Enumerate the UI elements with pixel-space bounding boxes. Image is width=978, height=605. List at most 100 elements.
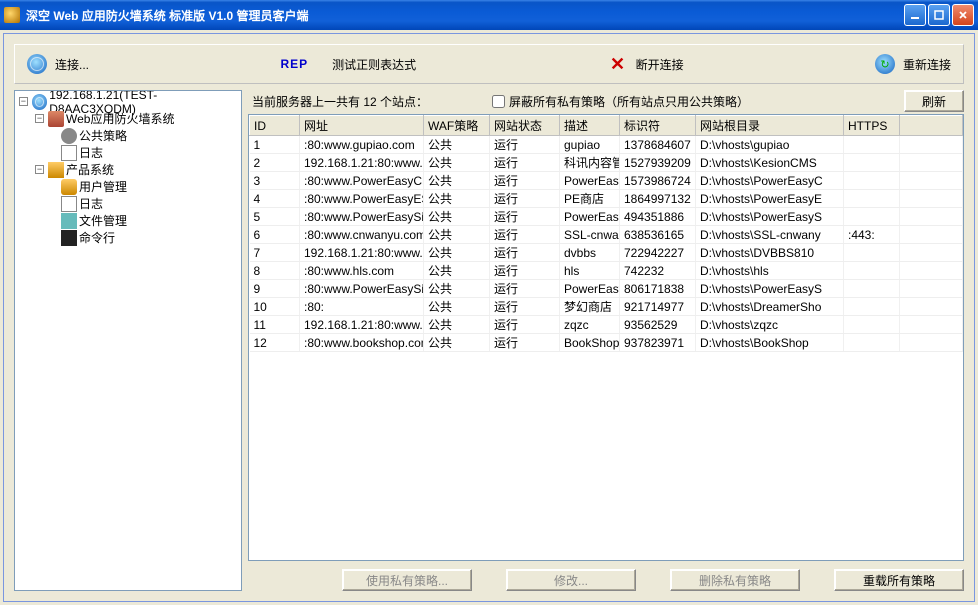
col-desc[interactable]: 描述	[560, 116, 620, 136]
cell-waf: 公共	[424, 190, 490, 208]
tree-root[interactable]: − 192.168.1.21(TEST-D8AAC3XQDM)	[17, 93, 239, 110]
cell-root: D:\vhosts\SSL-cnwany	[696, 226, 844, 244]
minimize-button[interactable]	[904, 4, 926, 26]
cell-id: 1	[250, 136, 300, 154]
tree-user-mgmt-label: 用户管理	[79, 178, 127, 195]
refresh-button[interactable]: 刷新	[904, 90, 964, 112]
cell-id: 12	[250, 334, 300, 352]
table-row[interactable]: 10:80:公共运行梦幻商店921714977D:\vhosts\Dreamer…	[250, 298, 963, 316]
tree-log2[interactable]: 日志	[17, 195, 239, 212]
col-root[interactable]: 网站根目录	[696, 116, 844, 136]
table-row[interactable]: 3:80:www.PowerEasyCMS.公共运行PowerEasyC1573…	[250, 172, 963, 190]
table-row[interactable]: 9:80:www.PowerEasySite公共运行PowerEasyS8061…	[250, 280, 963, 298]
cell-root: D:\vhosts\PowerEasyE	[696, 190, 844, 208]
table-row[interactable]: 12:80:www.bookshop.com公共运行BookShop937823…	[250, 334, 963, 352]
col-https[interactable]: HTTPS	[844, 116, 900, 136]
tree-log[interactable]: 日志	[17, 144, 239, 161]
file-icon	[61, 213, 77, 229]
expander-icon[interactable]: −	[19, 97, 28, 106]
summary-text: 当前服务器上一共有 12 个站点：	[248, 93, 428, 110]
table-row[interactable]: 8:80:www.hls.com公共运行hls742232D:\vhosts\h…	[250, 262, 963, 280]
cell-ident: 1864997132	[620, 190, 696, 208]
tree-cmdline[interactable]: 命令行	[17, 229, 239, 246]
cell-desc: PowerEasyS	[560, 208, 620, 226]
cell-https	[844, 154, 900, 172]
expander-icon[interactable]: −	[35, 114, 44, 123]
app-icon	[4, 7, 20, 23]
cell-root: D:\vhosts\DreamerSho	[696, 298, 844, 316]
cell-status: 运行	[490, 280, 560, 298]
connect-button[interactable]: 连接...	[15, 45, 101, 83]
table-row[interactable]: 1:80:www.gupiao.com公共运行gupiao1378684607D…	[250, 136, 963, 154]
modify-button[interactable]: 修改...	[506, 569, 636, 591]
cell-id: 8	[250, 262, 300, 280]
sites-table-wrap[interactable]: ID 网址 WAF策略 网站状态 描述 标识符 网站根目录 HTTPS 1:80…	[248, 114, 964, 561]
table-row[interactable]: 7192.168.1.21:80:www.d公共运行dvbbs722942227…	[250, 244, 963, 262]
connect-label: 连接...	[55, 56, 89, 73]
table-row[interactable]: 6:80:www.cnwanyu.com公共运行SSL-cnwany638536…	[250, 226, 963, 244]
tree-public-policy[interactable]: 公共策略	[17, 127, 239, 144]
cell-id: 3	[250, 172, 300, 190]
reload-all-button[interactable]: 重载所有策略	[834, 569, 964, 591]
cell-waf: 公共	[424, 298, 490, 316]
tree-user-mgmt[interactable]: 用户管理	[17, 178, 239, 195]
expander-icon[interactable]: −	[35, 165, 44, 174]
cell-waf: 公共	[424, 136, 490, 154]
cell-ident: 1378684607	[620, 136, 696, 154]
table-row[interactable]: 4:80:www.PowerEasyESho公共运行PE商店1864997132…	[250, 190, 963, 208]
cell-https	[844, 262, 900, 280]
test-regex-label: 测试正则表达式	[332, 56, 416, 73]
cell-root: D:\vhosts\DVBBS810	[696, 244, 844, 262]
cell-https	[844, 190, 900, 208]
table-row[interactable]: 11192.168.1.21:80:www.z公共运行zqzc93562529D…	[250, 316, 963, 334]
tree-public-policy-label: 公共策略	[79, 127, 127, 144]
col-status[interactable]: 网站状态	[490, 116, 560, 136]
col-last[interactable]	[900, 116, 963, 136]
cell-ident: 494351886	[620, 208, 696, 226]
test-regex-button[interactable]: 测试正则表达式	[320, 45, 428, 83]
rep-button[interactable]: REP	[268, 45, 320, 83]
connect-icon	[27, 54, 47, 74]
cell-status: 运行	[490, 334, 560, 352]
tree-panel[interactable]: − 192.168.1.21(TEST-D8AAC3XQDM) − Web应用防…	[14, 90, 242, 591]
cell-desc: PowerEasyC	[560, 172, 620, 190]
cell-url: :80:www.cnwanyu.com	[300, 226, 424, 244]
delete-private-button[interactable]: 删除私有策略	[670, 569, 800, 591]
tree-file-mgmt-label: 文件管理	[79, 212, 127, 229]
cell-https	[844, 334, 900, 352]
close-button[interactable]	[952, 4, 974, 26]
cell-desc: PE商店	[560, 190, 620, 208]
col-ident[interactable]: 标识符	[620, 116, 696, 136]
cell-url: 192.168.1.21:80:www.z	[300, 316, 424, 334]
mask-private-checkbox[interactable]: 屏蔽所有私有策略（所有站点只用公共策略）	[492, 93, 749, 110]
tree-product-system[interactable]: − 产品系统	[17, 161, 239, 178]
cell-status: 运行	[490, 136, 560, 154]
cell-status: 运行	[490, 226, 560, 244]
col-url[interactable]: 网址	[300, 116, 424, 136]
cell-url: :80:	[300, 298, 424, 316]
toolbar: 连接... REP 测试正则表达式 ✕ 断开连接 重新连接	[14, 44, 964, 84]
tree-file-mgmt[interactable]: 文件管理	[17, 212, 239, 229]
cell-url: :80:www.PowerEasySite	[300, 280, 424, 298]
table-row[interactable]: 2192.168.1.21:80:www.K公共运行科讯内容管152793920…	[250, 154, 963, 172]
use-private-button[interactable]: 使用私有策略...	[342, 569, 472, 591]
mask-private-checkbox-input[interactable]	[492, 95, 505, 108]
product-icon	[48, 162, 64, 178]
disconnect-button[interactable]: ✕ 断开连接	[596, 45, 696, 83]
cell-status: 运行	[490, 298, 560, 316]
col-waf[interactable]: WAF策略	[424, 116, 490, 136]
cell-ident: 937823971	[620, 334, 696, 352]
tree-log2-label: 日志	[79, 195, 103, 212]
reconnect-button[interactable]: 重新连接	[863, 45, 963, 83]
cell-id: 11	[250, 316, 300, 334]
maximize-button[interactable]	[928, 4, 950, 26]
cell-url: :80:www.hls.com	[300, 262, 424, 280]
cell-root: D:\vhosts\PowerEasyS	[696, 280, 844, 298]
col-id[interactable]: ID	[250, 116, 300, 136]
info-row: 当前服务器上一共有 12 个站点： 屏蔽所有私有策略（所有站点只用公共策略） 刷…	[248, 90, 964, 112]
table-row[interactable]: 5:80:www.PowerEasySite公共运行PowerEasyS4943…	[250, 208, 963, 226]
cell-waf: 公共	[424, 154, 490, 172]
cell-url: :80:www.PowerEasyCMS.	[300, 172, 424, 190]
mask-private-label: 屏蔽所有私有策略（所有站点只用公共策略）	[509, 93, 749, 110]
cell-id: 4	[250, 190, 300, 208]
